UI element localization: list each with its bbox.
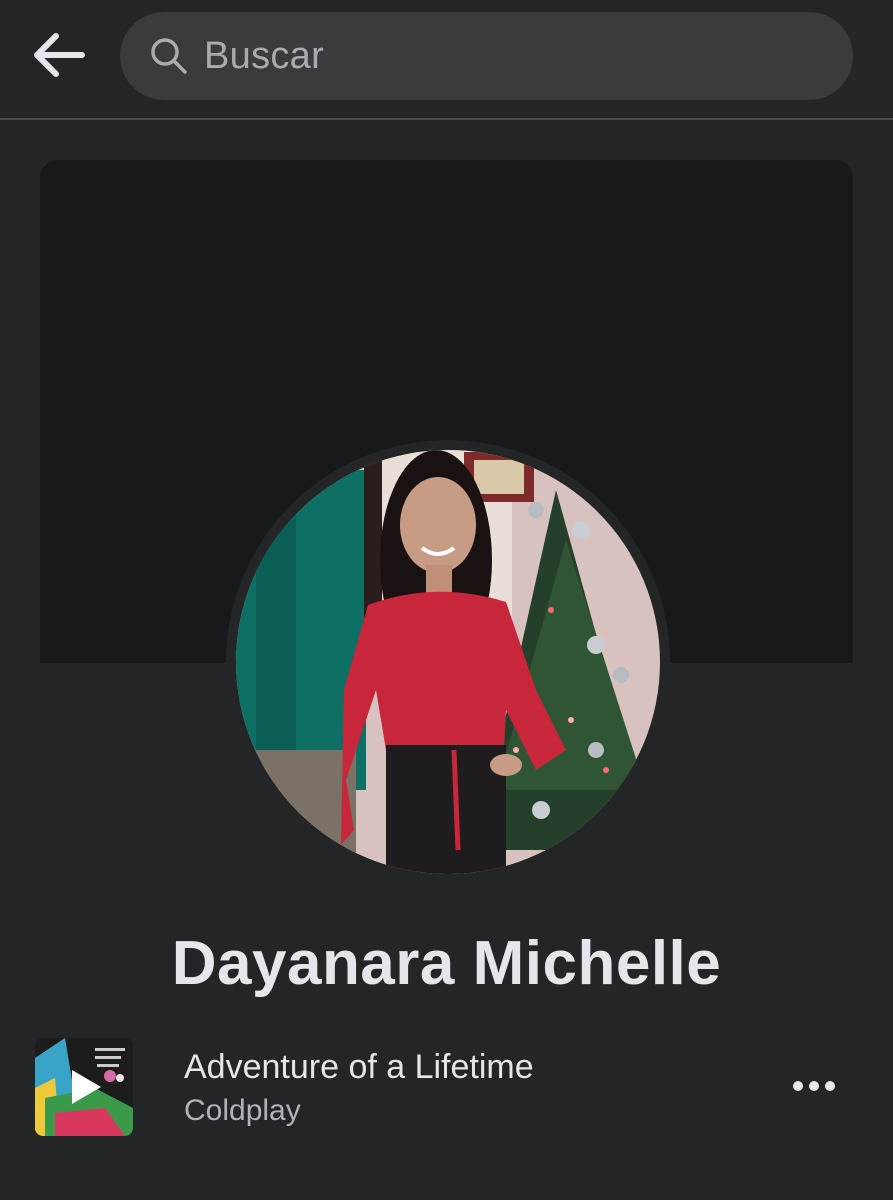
song-artist[interactable]: Coldplay <box>184 1094 301 1128</box>
more-options-button[interactable] <box>786 1066 842 1110</box>
profile-picture[interactable] <box>226 440 670 884</box>
album-art[interactable] <box>35 1038 133 1136</box>
profile-music[interactable]: Adventure of a Lifetime Coldplay <box>0 1030 893 1150</box>
search-input[interactable]: Buscar <box>120 12 853 100</box>
search-icon <box>146 33 192 79</box>
profile-name: Dayanara Michelle <box>171 929 722 998</box>
profile-page: Buscar Dayanara Michelle Adventure of a … <box>0 0 893 1200</box>
avatar <box>236 450 660 874</box>
back-button[interactable] <box>26 24 92 90</box>
arrow-left-icon <box>32 32 86 83</box>
play-icon[interactable] <box>69 1068 103 1111</box>
song-title[interactable]: Adventure of a Lifetime <box>184 1048 534 1087</box>
more-dots-icon <box>792 1079 836 1097</box>
search-placeholder: Buscar <box>204 34 325 77</box>
top-bar: Buscar <box>0 0 893 120</box>
